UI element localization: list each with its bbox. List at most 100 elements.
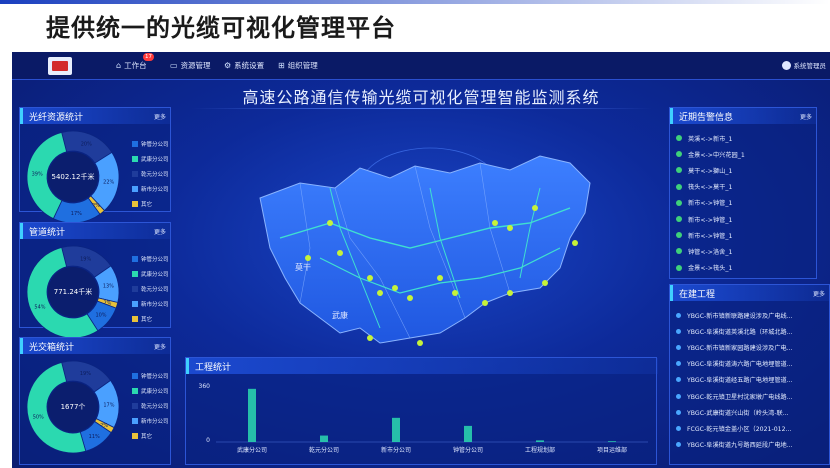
project-item[interactable]: YBGC-阜溪街道经五路广电地埋管道... [676, 372, 825, 388]
legend-item: 其它 [132, 196, 169, 211]
more-link[interactable]: 更多 [813, 289, 825, 298]
map-node[interactable] [437, 275, 443, 281]
legend-item: 钟管分公司 [132, 251, 169, 266]
panel-title: 光交箱统计 [29, 343, 75, 353]
bar[interactable] [320, 435, 328, 442]
panel-title: 在建工程 [679, 290, 716, 300]
status-dot [676, 216, 682, 223]
map-node[interactable] [417, 340, 423, 346]
alarm-item[interactable]: 新市<->钟管_1 [676, 195, 812, 211]
legend-swatch [132, 315, 138, 322]
legend-label: 武康分公司 [141, 271, 169, 278]
nav-item-organization[interactable]: ⊞ 组织管理 [278, 60, 318, 71]
legend-item: 钟管分公司 [132, 368, 169, 383]
more-link[interactable]: 更多 [154, 227, 166, 236]
project-item[interactable]: FCGC-乾元镇金盖小区（2021-012... [676, 420, 825, 436]
map-label-mogan: 莫干 [295, 262, 311, 272]
panel-header: 光交箱统计 更多 [20, 338, 170, 354]
bullet-icon [676, 393, 681, 399]
pipe-donut: 19% 13% 2% 10% 54% 771.24千米 [24, 243, 122, 341]
bullet-icon [676, 442, 681, 448]
project-item[interactable]: YBGC-新市镇新家园路建设涉及广电... [676, 339, 825, 355]
panel-title: 光纤资源统计 [29, 113, 84, 123]
legend-label: 其它 [141, 201, 153, 208]
nav-item-workbench[interactable]: ⌂ 工作台 17 [116, 53, 154, 71]
alarm-item[interactable]: 英溪<->新市_1 [676, 130, 812, 146]
project-label: YBGC-阜溪街道九号路西延段广电地... [687, 442, 793, 450]
project-item[interactable]: YBGC-阜溪街道英溪北路（环城北路... [676, 323, 825, 339]
legend-label: 乾元分公司 [141, 286, 169, 293]
map-node[interactable] [492, 220, 498, 226]
alarm-item[interactable]: 金景<->中兴花园_1 [676, 146, 812, 162]
project-label: YBGC-阜溪街道英溪北路（环城北路... [687, 328, 793, 336]
nav-label: 资源管理 [180, 61, 211, 70]
alarm-item[interactable]: 钟管<->洛舍_1 [676, 243, 812, 259]
alarm-item[interactable]: 莫干<->獅山_1 [676, 162, 812, 178]
status-dot [676, 151, 682, 158]
county-map[interactable]: 莫干 武康 [240, 128, 620, 378]
bar[interactable] [608, 441, 616, 442]
alarm-label: 钟管<->洛舍_1 [688, 248, 733, 256]
alarm-label: 新市<->钟管_1 [688, 232, 733, 240]
map-node[interactable] [337, 250, 343, 256]
status-dot [676, 264, 682, 271]
project-item[interactable]: YBGC-乾元镇卫星村沈家墩广电线路... [676, 388, 825, 404]
map-node[interactable] [367, 275, 373, 281]
legend-swatch [132, 387, 138, 394]
map-node[interactable] [507, 290, 513, 296]
more-link[interactable]: 更多 [154, 112, 166, 121]
alarm-label: 新市<->钟管_1 [688, 216, 733, 224]
dashboard-screen: ⌂ 工作台 17 ▭ 资源管理 ⚙ 系统设置 ⊞ 组织管理 系统管理员 高速公路… [12, 52, 830, 468]
nav-item-settings[interactable]: ⚙ 系统设置 [224, 60, 264, 71]
map-node[interactable] [392, 285, 398, 291]
legend-item: 其它 [132, 428, 169, 443]
legend-label: 其它 [141, 316, 153, 323]
legend-item: 钟管分公司 [132, 136, 169, 151]
legend-label: 新市分公司 [141, 418, 169, 425]
legend-item: 武康分公司 [132, 383, 169, 398]
panel-header: 光纤资源统计 更多 [20, 108, 170, 124]
bar[interactable] [392, 417, 400, 442]
alarm-item[interactable]: 新市<->钟管_1 [676, 227, 812, 243]
legend-item: 乾元分公司 [132, 166, 169, 181]
engineering-stats-panel: 工程统计 360 0 武康分公司 乾元分公司 新市分公司 钟管分公司 工程规划部 项目运维部 [185, 357, 658, 465]
alarm-item[interactable]: 筏头<->莫干_1 [676, 179, 812, 195]
bullet-icon [676, 377, 681, 383]
category-label: 工程规划部 [525, 446, 555, 454]
project-item[interactable]: YBGC-阜溪街道涛六路广电地埋管道... [676, 356, 825, 372]
more-link[interactable]: 更多 [800, 112, 812, 121]
project-item[interactable]: YBGC-武康街道兴山街（岭头湾-联... [676, 404, 825, 420]
user-menu[interactable]: 系统管理员 [781, 60, 826, 70]
map-node[interactable] [305, 255, 311, 261]
legend-swatch [132, 155, 138, 162]
map-node[interactable] [407, 295, 413, 301]
legend-swatch [132, 200, 138, 207]
more-link[interactable]: 更多 [154, 342, 166, 351]
alarm-item[interactable]: 新市<->钟管_1 [676, 211, 812, 227]
project-item[interactable]: YBGC-阜溪街道九号路西延段广电地... [676, 437, 825, 453]
alarm-item[interactable]: 金景<->筏头_1 [676, 260, 812, 276]
bullet-icon [676, 361, 681, 367]
nav-item-resources[interactable]: ▭ 资源管理 [170, 60, 211, 71]
status-dot [676, 232, 682, 239]
bar[interactable] [248, 388, 256, 442]
map-node[interactable] [532, 205, 538, 211]
map-node[interactable] [327, 220, 333, 226]
map-node[interactable] [377, 290, 383, 296]
bar[interactable] [464, 425, 472, 442]
category-label: 武康分公司 [237, 446, 267, 454]
project-item[interactable]: YBGC-新市镇新联路建设涉及广电线... [676, 307, 825, 323]
donut-center-value: 771.24千米 [53, 288, 93, 296]
map-node[interactable] [482, 300, 488, 306]
cross-box-stats-panel: 光交箱统计 更多 19% 17% 2% 11% 50% 1677个 钟管分公司 武康分公… [19, 337, 171, 465]
map-node[interactable] [367, 335, 373, 341]
alarm-label: 英溪<->新市_1 [688, 135, 733, 143]
map-node[interactable] [542, 280, 548, 286]
map-node[interactable] [452, 290, 458, 296]
legend-swatch [132, 372, 138, 379]
panel-title: 工程统计 [195, 363, 232, 373]
map-node[interactable] [572, 240, 578, 246]
map-node[interactable] [507, 225, 513, 231]
bar[interactable] [536, 440, 544, 442]
alarm-label: 新市<->钟管_1 [688, 200, 733, 208]
